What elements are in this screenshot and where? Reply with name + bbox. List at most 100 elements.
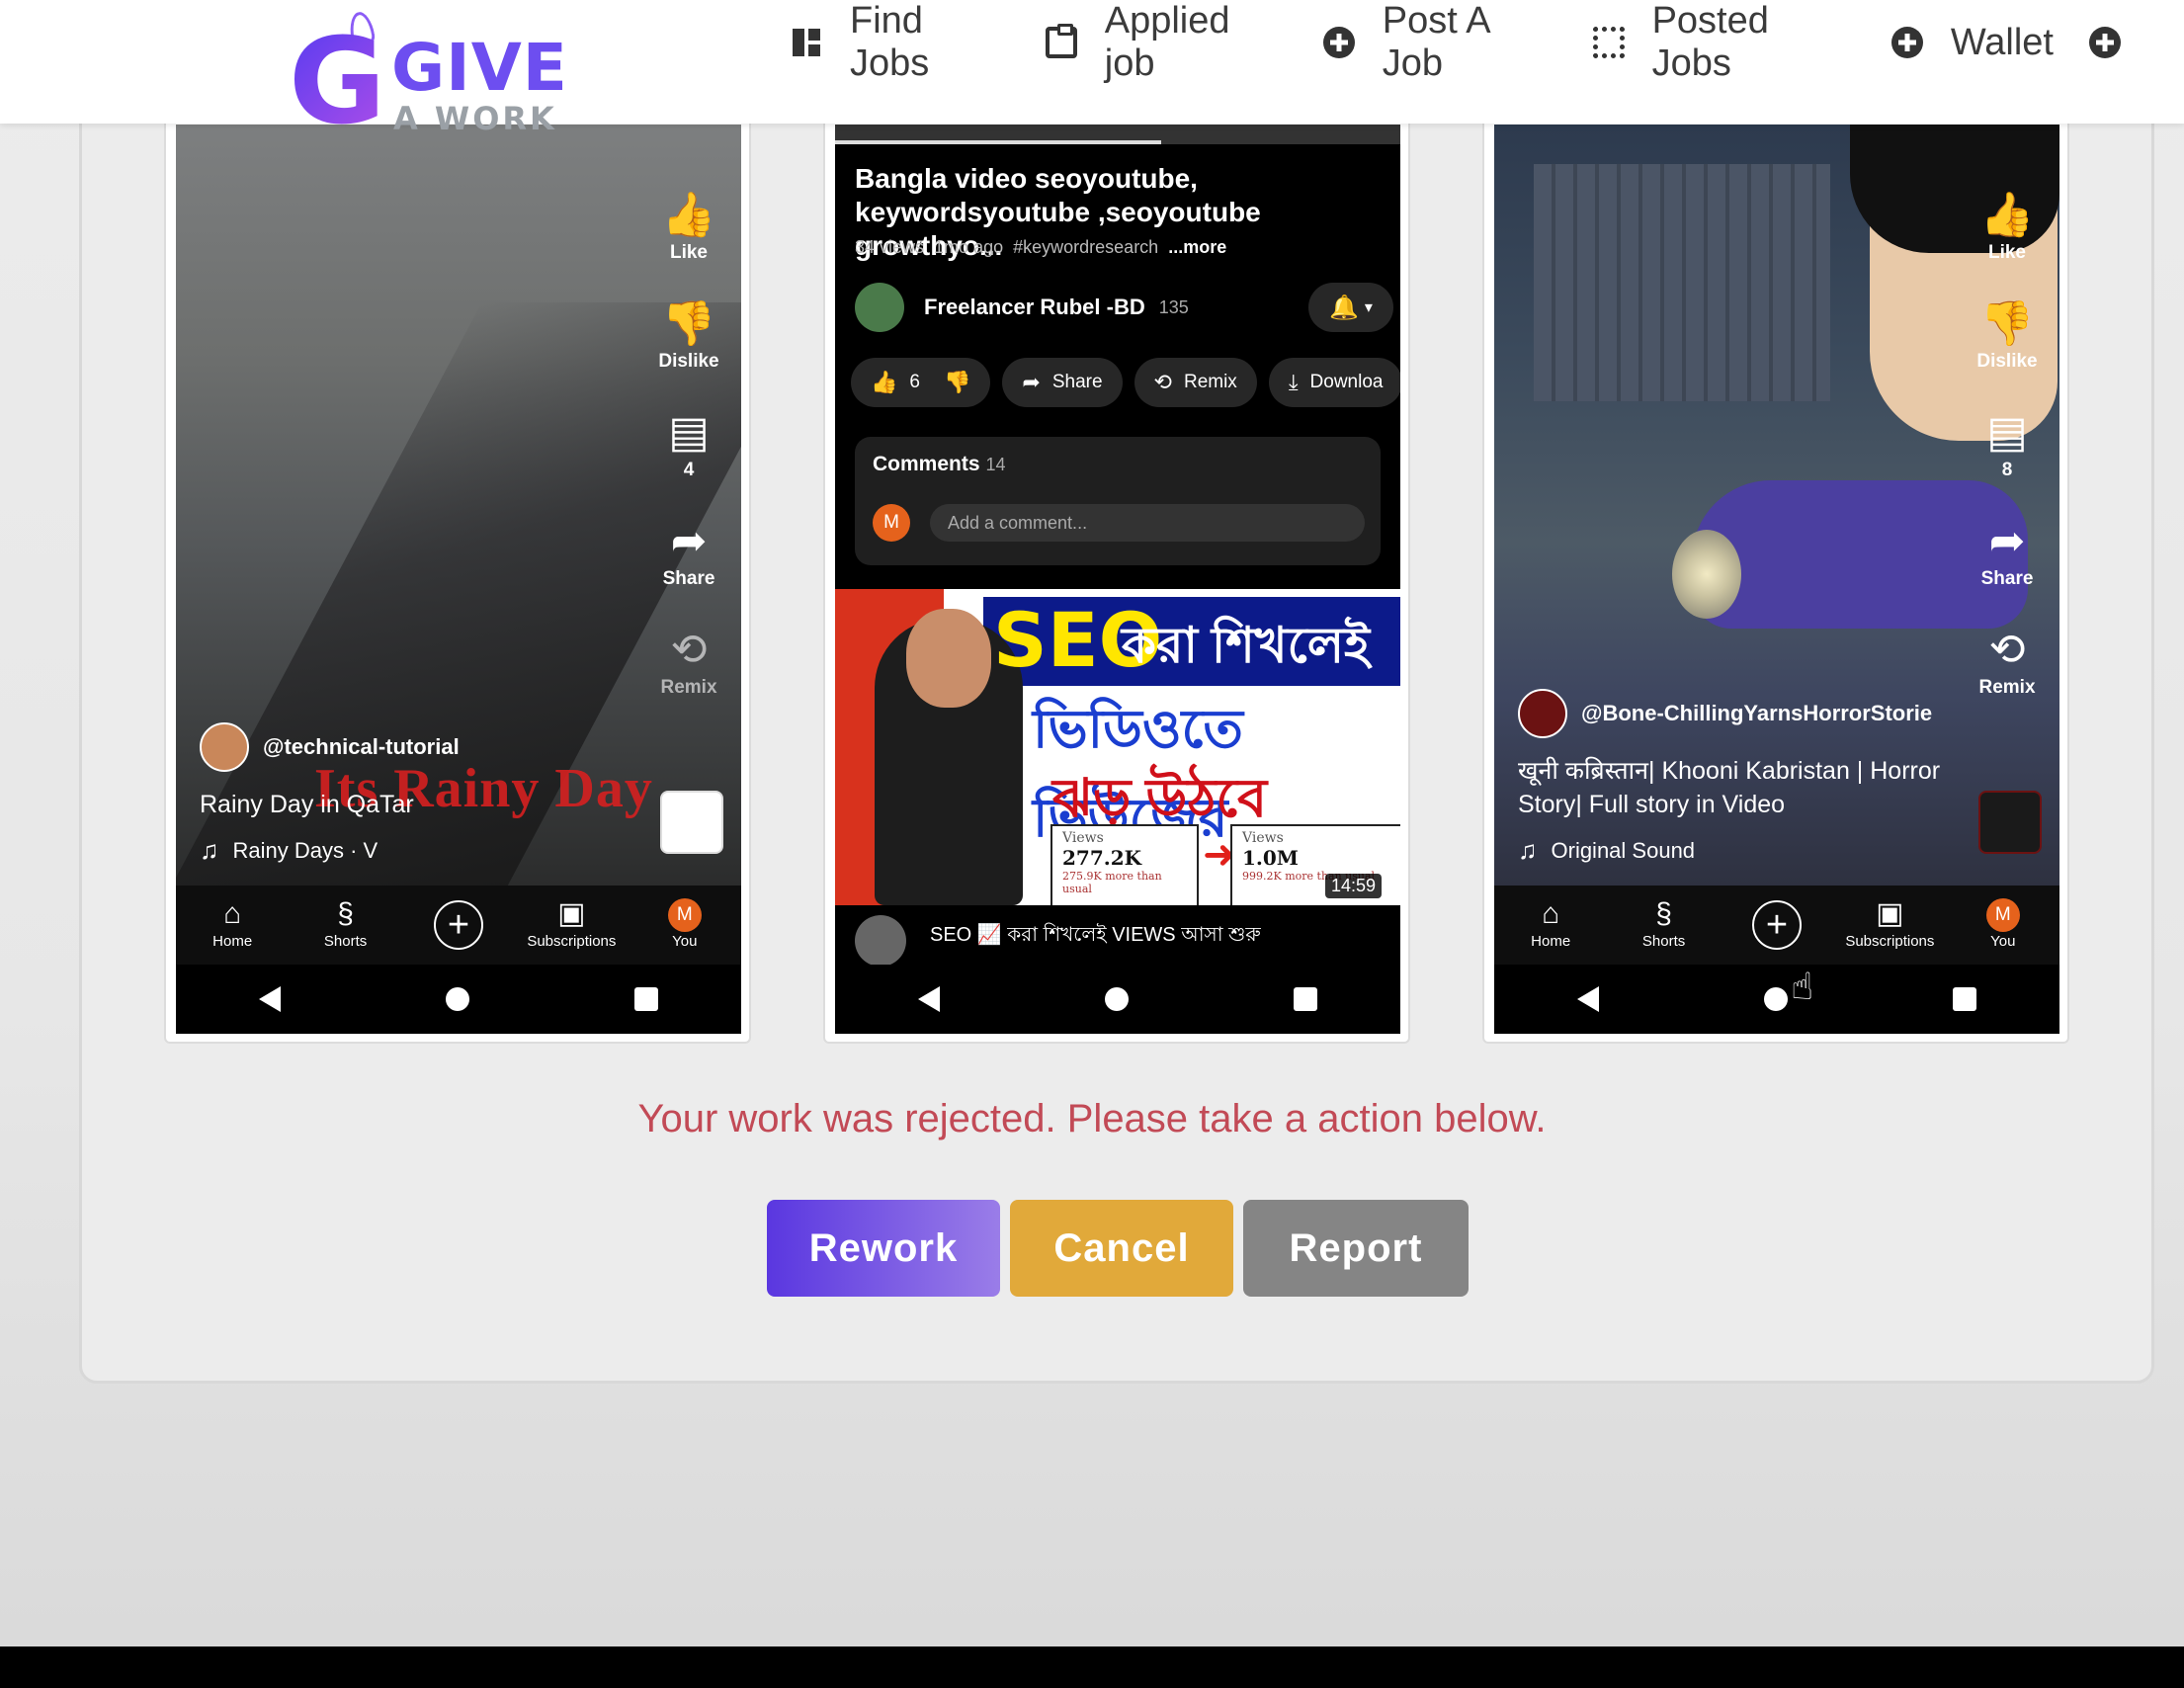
sound-thumbnail[interactable] — [1978, 791, 2042, 854]
thumbs-up-icon: 👍 — [871, 370, 898, 394]
like-dislike-pill[interactable]: 👍 6 👎 — [851, 358, 991, 407]
yt-nav-you[interactable]: M You — [1949, 898, 2058, 952]
channel-name[interactable]: @Bone-ChillingYarnsHorrorStorie — [1581, 701, 1932, 726]
comments-section[interactable]: Comments 14 M Add a comment... — [855, 437, 1381, 565]
share-icon: ➦ — [1988, 517, 2026, 565]
next-video-thumbnail[interactable]: SEO করা শিখলেই ভিডিওতে ভিউজের ঝড় উঠবে V… — [835, 589, 1400, 905]
plus-circle-icon — [2089, 27, 2121, 58]
nav-post-a-job[interactable]: Post A Job — [1323, 0, 1557, 84]
yt-nav-subscriptions[interactable]: ▣ Subscriptions — [1835, 898, 1944, 952]
sound-thumbnail[interactable] — [660, 791, 723, 854]
video-action-pills: 👍 6 👎 ➦ Share ⟲ Remix ⤓ Downloa — [851, 358, 1400, 407]
share-pill[interactable]: ➦ Share — [1002, 358, 1123, 407]
recents-icon[interactable] — [1294, 987, 1318, 1011]
recents-icon[interactable] — [634, 987, 659, 1011]
comment-icon: ▤ — [668, 408, 710, 457]
yt-nav-home[interactable]: ⌂ Home — [1496, 898, 1605, 952]
comments-action[interactable]: ▤ 4 — [668, 411, 710, 482]
rework-button[interactable]: Rework — [767, 1200, 1000, 1297]
chevron-down-icon: ▾ — [1364, 299, 1373, 316]
nav-applied-job[interactable]: Applied job — [1046, 0, 1288, 84]
thumbs-down-icon: 👎 — [943, 370, 971, 394]
report-button[interactable]: Report — [1243, 1200, 1469, 1297]
hand-pointer-icon: ☝ — [1791, 967, 1814, 1008]
yt-nav-shorts[interactable]: § Shorts — [1610, 898, 1719, 952]
remix-action[interactable]: ⟲ Remix — [660, 629, 716, 700]
android-nav-bar — [176, 965, 741, 1034]
plus-circle-icon — [1890, 27, 1923, 58]
share-icon: ➦ — [1022, 370, 1041, 394]
like-action[interactable]: 👍 Like — [662, 194, 716, 265]
notification-bell-button[interactable]: 🔔 ▾ — [1308, 283, 1393, 332]
screen-bottom-bar — [0, 1646, 2184, 1688]
short-actions: 👍 Like 👎 Dislike ▤ 4 ➦ Share ⟲ Remix — [644, 194, 733, 737]
comments-action[interactable]: ▤ 8 — [1986, 411, 2028, 482]
nav-label: Applied job — [1104, 0, 1230, 84]
channel-avatar[interactable] — [855, 283, 904, 332]
user-avatar: M — [1985, 898, 2020, 932]
next-video-title[interactable]: SEO 📈 করা শিখলেই VIEWS আসা শুরু — [835, 905, 1400, 965]
short-meta: @technical-tutorial Rainy Day in QaTar ♫… — [200, 722, 654, 866]
android-nav-bar — [1494, 965, 2059, 1034]
nav-posted-jobs[interactable]: Posted Jobs — [1592, 0, 1856, 84]
like-action[interactable]: 👍 Like — [1980, 194, 2035, 265]
back-icon[interactable] — [1576, 986, 1599, 1012]
home-icon: ⌂ — [223, 897, 242, 930]
remix-icon: ⟲ — [670, 626, 708, 674]
yt-nav-you[interactable]: M You — [630, 898, 739, 952]
sound-name[interactable]: Rainy Days · V — [233, 838, 378, 864]
share-action[interactable]: ➦ Share — [663, 520, 715, 591]
yt-nav-create[interactable]: + — [1722, 900, 1831, 950]
channel-avatar[interactable] — [1518, 689, 1567, 738]
channel-name[interactable]: @technical-tutorial — [263, 734, 460, 760]
share-action[interactable]: ➦ Share — [1981, 520, 2034, 591]
dislike-action[interactable]: 👎 Dislike — [1976, 302, 2037, 374]
subscriptions-icon: ▣ — [1876, 897, 1904, 930]
channel-avatar[interactable] — [200, 722, 249, 772]
top-navbar: G GIVE A WORK Find Jobs Applied job Post… — [0, 0, 2184, 142]
nav-more[interactable] — [2089, 18, 2148, 67]
yt-nav-create[interactable]: + — [404, 900, 513, 950]
nav-label: Post A Job — [1382, 0, 1489, 84]
recents-icon[interactable] — [1953, 987, 1977, 1011]
nav-wallet[interactable]: Wallet — [1890, 18, 2054, 67]
more-link[interactable]: ...more — [1168, 237, 1226, 257]
proof-screenshot-1[interactable]: 👍 Like 👎 Dislike ▤ 4 ➦ Share ⟲ Remix Its Rain… — [164, 117, 751, 1044]
thumbs-down-icon: 👎 — [1979, 299, 2035, 348]
cartoon-house — [1534, 164, 1830, 401]
proof-screenshot-3[interactable]: 👍 Like 👎 Dislike ▤ 8 ➦ Share ⟲ Remix @Bone-Ch… — [1482, 117, 2069, 1044]
android-nav-bar — [835, 965, 1400, 1034]
yt-nav-shorts[interactable]: § Shorts — [292, 898, 400, 952]
user-avatar: M — [873, 504, 910, 542]
back-icon[interactable] — [258, 986, 281, 1012]
home-button-icon[interactable] — [1104, 987, 1129, 1011]
phone-screen: 👍 Like 👎 Dislike ▤ 8 ➦ Share ⟲ Remix @Bone-Ch… — [1494, 125, 2059, 1034]
duration-badge: 14:59 — [1325, 874, 1383, 898]
remix-pill[interactable]: ⟲ Remix — [1134, 358, 1257, 407]
give-a-work-logo[interactable]: G GIVE A WORK — [289, 10, 575, 142]
cancel-button[interactable]: Cancel — [1010, 1200, 1233, 1297]
proof-screenshot-2[interactable]: Bangla video seoyoutube, keywordsyoutube… — [823, 117, 1410, 1044]
dashboard-icon — [791, 27, 822, 58]
back-icon[interactable] — [917, 986, 940, 1012]
yt-nav-subscriptions[interactable]: ▣ Subscriptions — [517, 898, 626, 952]
short-title: खूनी कब्रिस्तान| Khooni Kabristan | Horr… — [1518, 757, 1941, 818]
channel-name[interactable]: Freelancer Rubel -BD — [924, 295, 1145, 320]
nav-find-jobs[interactable]: Find Jobs — [791, 0, 1010, 84]
short-meta: @Bone-ChillingYarnsHorrorStorie खूनी कब्… — [1518, 689, 1973, 866]
remix-icon: ⟲ — [1988, 626, 2026, 674]
yt-nav-home[interactable]: ⌂ Home — [178, 898, 287, 952]
remix-action[interactable]: ⟲ Remix — [1978, 629, 2035, 700]
dislike-action[interactable]: 👎 Dislike — [658, 302, 718, 374]
home-button-icon[interactable] — [1763, 987, 1788, 1011]
download-icon: ⤓ — [1288, 370, 1299, 394]
sound-name[interactable]: Original Sound — [1552, 838, 1696, 864]
thumbs-up-icon: 👍 — [1979, 191, 2035, 239]
home-button-icon[interactable] — [445, 987, 469, 1011]
frame-icon — [1592, 27, 1625, 58]
clipboard-icon — [1046, 24, 1077, 58]
add-comment-input[interactable]: Add a comment... — [930, 504, 1365, 542]
download-pill[interactable]: ⤓ Downloa — [1268, 358, 1400, 407]
subscriber-count: 135 — [1158, 296, 1189, 317]
bell-icon: 🔔 — [1329, 294, 1359, 321]
